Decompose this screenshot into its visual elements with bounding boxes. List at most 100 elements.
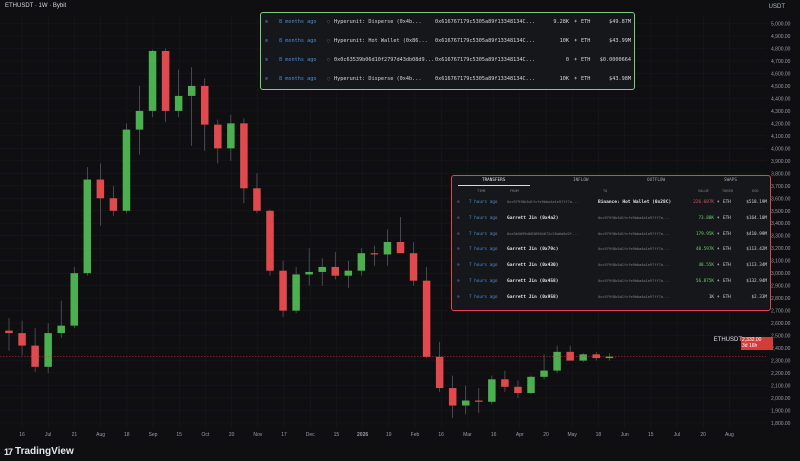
transfer-to[interactable]: 0xc979f8b5d1fcfe9bba4a1e97ff7a... (598, 247, 669, 251)
eye-icon[interactable]: ⊙ (457, 247, 460, 252)
transfer-age[interactable]: 7 hours ago (469, 279, 497, 284)
eye-icon[interactable]: ⊙ (457, 263, 460, 268)
eth-icon: ♦ (574, 19, 578, 25)
eye-icon[interactable]: ⊙ (457, 200, 460, 205)
transfer-row[interactable]: ⊙ 7 hours ago Garrett Jin (0x430) 0xc979f8b… (452, 259, 770, 273)
transfer-from[interactable]: Hyperunit: Hot Wallet (0x86... (334, 38, 428, 44)
col-token[interactable]: TOKEN (722, 189, 733, 193)
transfer-age[interactable]: 8 months ago (279, 38, 316, 44)
y-tick-label: 2,900.00 (771, 284, 791, 290)
transfer-from[interactable]: Hyperunit: Disperse (0x4b... (334, 19, 421, 25)
y-tick-label: 4,800.00 (771, 46, 791, 52)
transfer-age[interactable]: 8 months ago (279, 76, 316, 82)
candle-body (174, 95, 183, 111)
col-value[interactable]: VALUE (698, 189, 709, 193)
transfer-usd: $164.10M (746, 215, 767, 221)
candle-body (488, 379, 496, 402)
transfer-row[interactable]: ⊙ 7 hours ago Garrett Jin (0x79c) 0xc979f8b… (452, 243, 770, 257)
footer (0, 443, 800, 461)
col-time[interactable]: TIME (477, 189, 486, 193)
transfer-age[interactable]: 7 hours ago (469, 247, 497, 252)
eye-icon[interactable]: ⊙ (265, 38, 268, 44)
transfer-to[interactable]: 0xc979f8b5d1fcfe9bba4a1e97ff7a... (598, 216, 669, 220)
transfer-row[interactable]: ⊙ 8 months ago ◌ Hyperunit: Disperse (0x4b.… (265, 72, 631, 86)
transfer-row[interactable]: ⊙ 7 hours ago Garrett Jin (0x958) 0xc979f8b… (452, 291, 770, 305)
x-tick-label: 18 (124, 432, 130, 438)
x-tick-label: Jun (621, 432, 629, 438)
candle-body (331, 266, 339, 276)
transfer-to[interactable]: 0xc979f8b5d1fcfe9bba4a1e97ff7a... (598, 279, 669, 283)
candle-body (292, 274, 300, 311)
transfer-amount: 0 (565, 57, 569, 63)
x-tick-label: Nov (253, 432, 262, 438)
tab-inflow[interactable]: INFLOW (573, 178, 589, 183)
eye-icon[interactable]: ⊙ (265, 57, 268, 63)
transfer-age[interactable]: 7 hours ago (469, 263, 497, 268)
transfer-age[interactable]: 7 hours ago (469, 295, 497, 300)
transfer-token: ETH (723, 294, 731, 300)
transfer-to[interactable]: 0x616767179c5305a89f1334813­4C... (435, 19, 535, 25)
eye-icon[interactable]: ⊙ (457, 216, 460, 221)
transfer-row[interactable]: ⊙ 8 months ago ◌ Hyperunit: Disperse (0x4b.… (265, 15, 631, 29)
transfer-from[interactable]: Garrett Jin (0x4a2) (507, 216, 558, 221)
col-to[interactable]: TO (603, 189, 607, 193)
candle-body (396, 241, 405, 254)
transfer-from[interactable]: Garrett Jin (0x458) (507, 279, 558, 284)
transfer-from[interactable]: 0x0c63539b06d10f2797d43db08d9... (334, 57, 434, 63)
transfer-row[interactable]: ⊙ 7 hours ago Garrett Jin (0x458) 0xc979f8b… (452, 275, 770, 289)
transfer-to[interactable]: 0xc979f8b5d1fcfe9bba4a1e97ff7a... (598, 232, 669, 236)
transfer-to[interactable]: 0xc979f8b5d1fcfe9bba4a1e97ff7a... (598, 263, 669, 267)
eye-icon[interactable]: ⊙ (265, 19, 268, 25)
transfer-from[interactable]: 0xa3b5099d6636904672c26a0a6d2f... (507, 232, 578, 236)
x-tick-label: 16 (438, 432, 444, 438)
transfer-from[interactable]: Garrett Jin (0x430) (507, 263, 558, 268)
currency-label: USDT (768, 4, 785, 10)
candle-body (253, 188, 261, 211)
transfer-from[interactable]: Garrett Jin (0x79c) (507, 247, 558, 252)
tab-swaps[interactable]: SWAPS (724, 178, 737, 183)
candle-body (357, 253, 366, 271)
transfer-to[interactable]: 0x616767179c5305a89f13348134C... (435, 76, 535, 82)
transfer-age[interactable]: 7 hours ago (469, 216, 497, 221)
candle-body (592, 354, 600, 359)
transfer-usd: $43.98M (609, 76, 631, 82)
transfer-from[interactable]: Garrett Jin (0x958) (507, 295, 558, 300)
candle-body (122, 129, 131, 211)
tab-outflow[interactable]: OUTFLOW (647, 178, 665, 183)
transfer-age[interactable]: 7 hours ago (469, 232, 497, 237)
x-tick-label: 21 (72, 432, 78, 438)
tradingview-brand[interactable]: 17 TradingView (4, 446, 74, 457)
transfer-amount: 10K (559, 38, 569, 44)
active-tab-underline (458, 185, 530, 186)
eye-icon[interactable]: ⊙ (457, 295, 460, 300)
transfer-row[interactable]: ⊙ 7 hours ago Garrett Jin (0x4a2) 0xc979f8b… (452, 212, 770, 226)
col-from[interactable]: FROM (510, 189, 519, 193)
tab-transfers[interactable]: TRANSFERS (482, 178, 505, 183)
eth-icon: ♦ (717, 200, 720, 205)
transfer-to[interactable]: 0x616767179c5305a89f13348134C... (435, 38, 535, 44)
eye-icon[interactable]: ⊙ (265, 76, 268, 82)
candle-body (148, 50, 157, 111)
transfer-age[interactable]: 8 months ago (279, 57, 316, 63)
transfer-amount: 56.875K (695, 279, 714, 284)
eye-icon[interactable]: ⊙ (457, 232, 460, 237)
transfer-row[interactable]: ⊙ 7 hours ago 0xc979f8b5d1fcfe9bba4a1e97ff… (452, 196, 770, 210)
entity-icon: ◌ (327, 19, 331, 25)
candle-body (57, 325, 65, 334)
eye-icon[interactable]: ⊙ (457, 279, 460, 284)
transfer-usd: $113.34M (746, 263, 767, 269)
transfer-age[interactable]: 8 months ago (279, 19, 316, 25)
transfer-to[interactable]: Binance: Hot Wallet (0x28C) (598, 200, 671, 205)
transfer-age[interactable]: 7 hours ago (469, 200, 497, 205)
x-tick-label: 16 (19, 432, 25, 438)
transfer-to[interactable]: 0x616767179c5305a89f13348134C... (435, 57, 535, 63)
transfer-row[interactable]: ⊙ 8 months ago ◌ 0x0c63539b06d10f2797d43db0… (265, 53, 631, 67)
col-usd[interactable]: USD (752, 189, 759, 193)
transfer-row[interactable]: ⊙ 7 hours ago 0xa3b5099d6636904672c26a0a6d… (452, 228, 770, 242)
candle-body (318, 266, 326, 272)
transfer-to[interactable]: 0xc979f8b5d1fcfe9bba4a1e97ff7a... (598, 295, 669, 299)
transfer-from[interactable]: Hyperunit: Disperse (0x4b... (334, 76, 421, 82)
transfer-from[interactable]: 0xc979f8b5d1fcfe9bba4a1e97ff7a... (507, 200, 578, 204)
transfer-row[interactable]: ⊙ 8 months ago ◌ Hyperunit: Hot Wallet (0x8… (265, 34, 631, 48)
candle-body (240, 123, 248, 189)
